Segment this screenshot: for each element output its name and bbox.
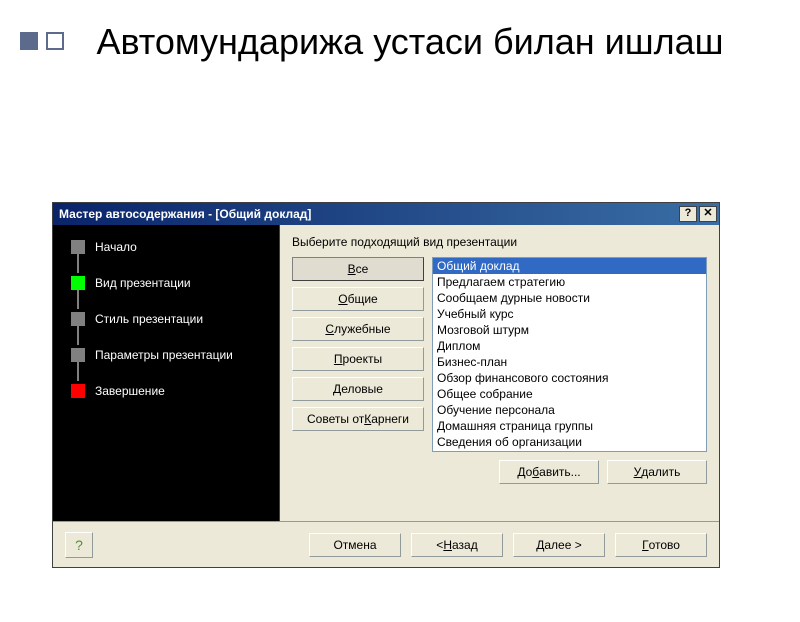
question-icon: ? <box>75 537 83 553</box>
step-box-icon <box>71 276 85 290</box>
category-button[interactable]: Советы от Карнеги <box>292 407 424 431</box>
step-label: Завершение <box>95 384 165 398</box>
dialog-title: Мастер автосодержания - [Общий доклад] <box>59 207 679 221</box>
listbox-item[interactable]: Сведения об организации <box>433 434 706 450</box>
listbox-item[interactable]: Обзор финансового состояния <box>433 370 706 386</box>
presentation-listbox[interactable]: Общий докладПредлагаем стратегиюСообщаем… <box>432 257 707 452</box>
listbox-item[interactable]: Диплом <box>433 338 706 354</box>
listbox-item[interactable]: Общий доклад <box>433 258 706 274</box>
context-help-button[interactable]: ? <box>65 532 93 558</box>
remove-button[interactable]: Удалить <box>607 460 707 484</box>
next-button[interactable]: Далее > <box>513 533 605 557</box>
category-button[interactable]: Все <box>292 257 424 281</box>
wizard-step[interactable]: Параметры презентации <box>71 343 271 367</box>
close-button[interactable]: ✕ <box>699 206 717 222</box>
wizard-step[interactable]: Завершение <box>71 379 271 403</box>
listbox-item[interactable]: Мозговой штурм <box>433 322 706 338</box>
category-button[interactable]: Служебные <box>292 317 424 341</box>
help-button[interactable]: ? <box>679 206 697 222</box>
wizard-step[interactable]: Стиль презентации <box>71 307 271 331</box>
panel-prompt: Выберите подходящий вид презентации <box>292 235 707 249</box>
listbox-item[interactable]: Общее собрание <box>433 386 706 402</box>
cancel-button[interactable]: Отмена <box>309 533 401 557</box>
step-label: Начало <box>95 240 137 254</box>
step-label: Вид презентации <box>95 276 191 290</box>
listbox-item[interactable]: Домашняя страница группы <box>433 418 706 434</box>
add-button[interactable]: Добавить... <box>499 460 599 484</box>
step-box-icon <box>71 348 85 362</box>
slide-title: Автомундарижа устаси билан ишлаш <box>60 22 760 62</box>
step-box-icon <box>71 312 85 326</box>
category-button[interactable]: Проекты <box>292 347 424 371</box>
category-button[interactable]: Общие <box>292 287 424 311</box>
step-label: Стиль презентации <box>95 312 203 326</box>
step-box-icon <box>71 384 85 398</box>
wizard-step[interactable]: Вид презентации <box>71 271 271 295</box>
wizard-footer: ? Отмена < Назад Далее > Готово <box>53 521 719 567</box>
listbox-item[interactable]: Бизнес-план <box>433 354 706 370</box>
category-buttons: Все Общие Служебные Проекты Деловые Советы от… <box>292 257 424 452</box>
category-button[interactable]: Деловые <box>292 377 424 401</box>
wizard-dialog: Мастер автосодержания - [Общий доклад] ?… <box>52 202 720 568</box>
content-panel: Выберите подходящий вид презентации Все О… <box>279 225 719 521</box>
titlebar: Мастер автосодержания - [Общий доклад] ?… <box>53 203 719 225</box>
listbox-item[interactable]: Обучение персонала <box>433 402 706 418</box>
wizard-steps-nav: Начало Вид презентации Стиль презентации Па… <box>53 225 279 521</box>
step-box-icon <box>71 240 85 254</box>
back-button[interactable]: < Назад <box>411 533 503 557</box>
wizard-step[interactable]: Начало <box>71 235 271 259</box>
step-label: Параметры презентации <box>95 348 233 362</box>
listbox-item[interactable]: Предлагаем стратегию <box>433 274 706 290</box>
listbox-item[interactable]: Учебный курс <box>433 306 706 322</box>
listbox-item[interactable]: Сообщаем дурные новости <box>433 290 706 306</box>
finish-button[interactable]: Готово <box>615 533 707 557</box>
slide-decor <box>20 32 72 55</box>
